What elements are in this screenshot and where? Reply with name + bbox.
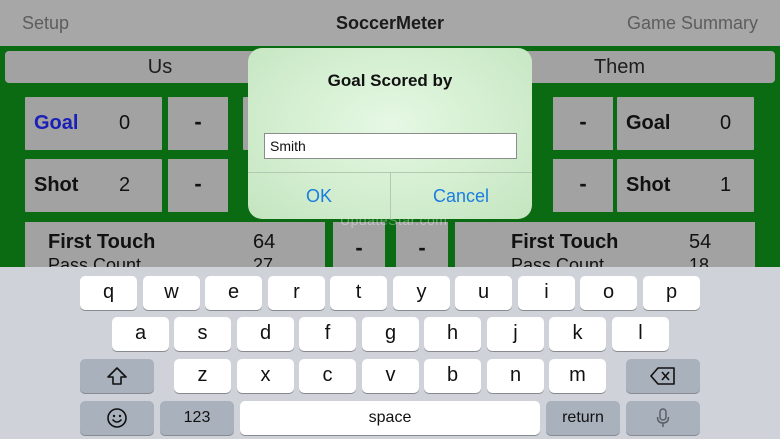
us-shot-value: 2 [119, 174, 131, 196]
key-a[interactable]: a [112, 317, 169, 351]
numbers-key[interactable]: 123 [160, 401, 234, 435]
key-i[interactable]: i [518, 276, 575, 310]
emoji-key[interactable] [80, 401, 154, 435]
us-shot-counter[interactable]: Shot 2 [25, 159, 162, 212]
key-j[interactable]: j [487, 317, 544, 351]
them-first-touch-label: First Touch [511, 231, 619, 253]
us-goal-label: Goal [34, 112, 79, 134]
us-shot-label: Shot [34, 174, 79, 196]
key-t[interactable]: t [330, 276, 387, 310]
us-first-touch-value: 64 [253, 231, 276, 253]
them-shot-value: 1 [720, 174, 732, 196]
key-v[interactable]: v [362, 359, 419, 393]
delete-key[interactable] [626, 359, 700, 393]
us-first-touch-label: First Touch [48, 231, 156, 253]
key-w[interactable]: w [143, 276, 200, 310]
us-shot-minus-button[interactable]: - [168, 159, 228, 212]
shift-icon [106, 364, 128, 386]
key-k[interactable]: k [549, 317, 606, 351]
them-shot-minus-button[interactable]: - [553, 159, 613, 212]
nav-bar: Setup SoccerMeter Game Summary [0, 0, 780, 46]
key-h[interactable]: h [424, 317, 481, 351]
team-us-label: Us [147, 56, 173, 78]
key-f[interactable]: f [299, 317, 356, 351]
key-m[interactable]: m [549, 359, 606, 393]
key-g[interactable]: g [362, 317, 419, 351]
key-z[interactable]: z [174, 359, 231, 393]
space-key[interactable]: space [240, 401, 540, 435]
key-b[interactable]: b [424, 359, 481, 393]
key-l[interactable]: l [612, 317, 669, 351]
key-x[interactable]: x [237, 359, 294, 393]
team-them-label: Them [593, 56, 646, 78]
emoji-icon [106, 406, 128, 428]
key-p[interactable]: p [643, 276, 700, 310]
goal-scored-dialog: Goal Scored by OK Cancel [248, 48, 532, 219]
key-s[interactable]: s [174, 317, 231, 351]
key-r[interactable]: r [268, 276, 325, 310]
scorer-name-input[interactable] [264, 133, 517, 159]
microphone-icon [655, 406, 671, 428]
key-y[interactable]: y [393, 276, 450, 310]
us-goal-minus-button[interactable]: - [168, 97, 228, 150]
game-summary-button[interactable]: Game Summary [627, 13, 758, 34]
dialog-title: Goal Scored by [327, 71, 453, 90]
key-e[interactable]: e [205, 276, 262, 310]
them-first-touch-value: 54 [689, 231, 712, 253]
key-q[interactable]: q [80, 276, 137, 310]
delete-icon [649, 364, 677, 386]
cancel-button[interactable]: Cancel [390, 173, 532, 219]
keyboard: q w e r t y u i o p a s d f g h j k l z … [0, 267, 780, 439]
key-o[interactable]: o [580, 276, 637, 310]
them-goal-label: Goal [626, 112, 671, 134]
shift-key[interactable] [80, 359, 154, 393]
them-shot-label: Shot [626, 174, 671, 196]
dictation-key[interactable] [626, 401, 700, 435]
return-key[interactable]: return [546, 401, 620, 435]
them-goal-minus-button[interactable]: - [553, 97, 613, 150]
key-n[interactable]: n [487, 359, 544, 393]
us-goal-value: 0 [119, 112, 131, 134]
key-c[interactable]: c [299, 359, 356, 393]
them-shot-counter[interactable]: Shot 1 [617, 159, 754, 212]
ok-button[interactable]: OK [248, 173, 390, 219]
key-d[interactable]: d [237, 317, 294, 351]
us-goal-counter[interactable]: Goal 0 [25, 97, 162, 150]
them-goal-value: 0 [720, 112, 732, 134]
them-goal-counter[interactable]: Goal 0 [617, 97, 754, 150]
key-u[interactable]: u [455, 276, 512, 310]
